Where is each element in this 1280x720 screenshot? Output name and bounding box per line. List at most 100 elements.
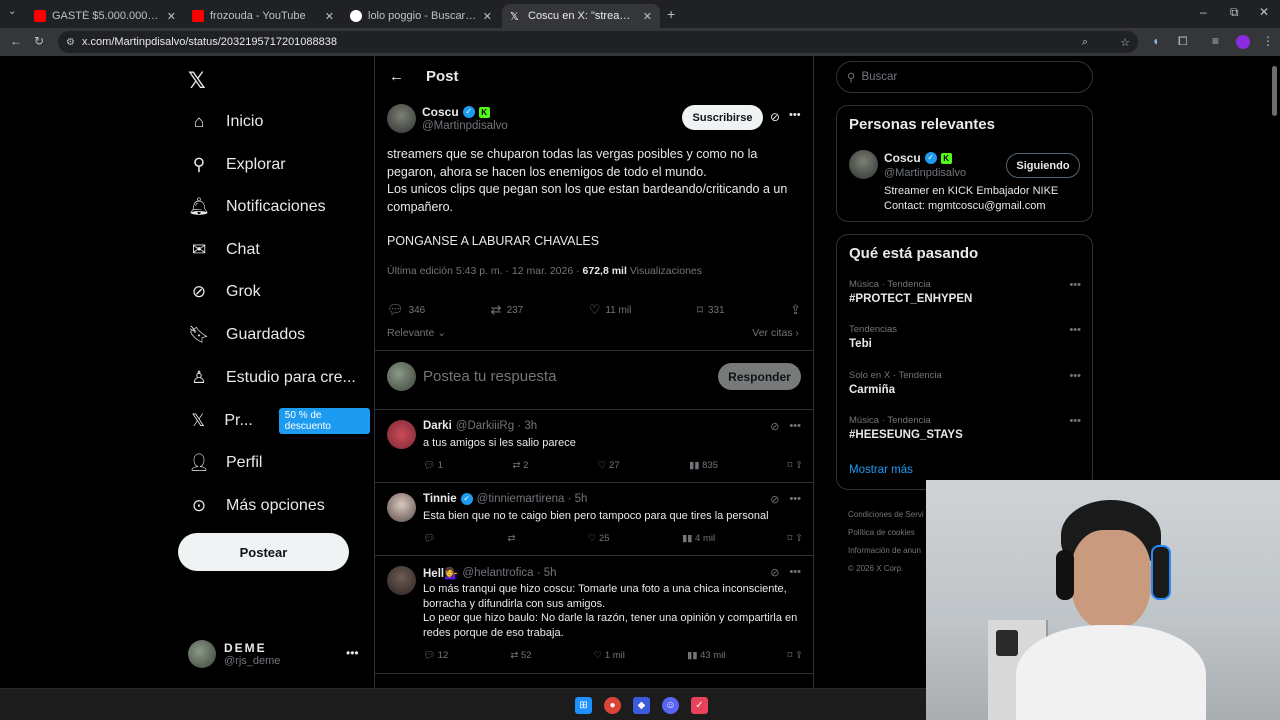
footer-link[interactable]: Información de anun — [848, 542, 924, 560]
reading-list-icon[interactable]: ≡ — [1212, 34, 1219, 48]
chrome-icon[interactable]: ● — [604, 697, 621, 714]
browser-menu-icon[interactable]: ⋮ — [1262, 34, 1274, 48]
responder-button[interactable]: Responder — [718, 363, 801, 390]
views-button[interactable]: ▮▮ 835 — [689, 460, 718, 471]
nav-item-perfil[interactable]: 👤︎ Perfil — [188, 445, 262, 481]
repost-button[interactable]: ⇄ 52 — [510, 650, 531, 661]
more-icon[interactable]: ••• — [1069, 324, 1081, 336]
close-tab-icon[interactable]: ✕ — [643, 10, 652, 23]
reply-author-name[interactable]: Tinnie — [423, 493, 457, 505]
nav-item-grok[interactable]: ⊘ Grok — [188, 274, 261, 310]
like-button[interactable]: ♡ 1 mil — [594, 650, 625, 661]
post-button[interactable]: Postear — [178, 533, 349, 571]
x-logo-icon[interactable]: 𝕏 — [188, 68, 206, 94]
close-tab-icon[interactable]: ✕ — [167, 10, 176, 23]
browser-tab-0[interactable]: GASTÉ $5.000.000 EN EL SUPER ✕ — [26, 4, 184, 28]
grok-explain-icon[interactable]: ⊘ — [770, 493, 779, 506]
reload-icon[interactable]: ↻ — [34, 34, 44, 48]
relevant-user-handle[interactable]: @Martinpdisalvo — [884, 167, 966, 179]
more-icon[interactable]: ••• — [789, 420, 801, 433]
more-icon[interactable]: ••• — [1069, 415, 1081, 427]
nav-item-explorar[interactable]: ⚲ Explorar — [188, 147, 286, 183]
nav-item-notificaciones[interactable]: 🔔︎ Notificaciones — [188, 189, 325, 225]
like-button[interactable]: ♡ 11 mil — [589, 302, 632, 318]
avatar[interactable] — [387, 566, 416, 595]
nav-item-mas-opciones[interactable]: ⊙ Más opciones — [188, 488, 325, 524]
trend-item[interactable]: Música · Tendencia #PROTECT_ENHYPEN ••• — [849, 279, 1081, 305]
author-name[interactable]: Coscu — [422, 105, 459, 119]
avatar[interactable] — [849, 150, 878, 179]
browser-tab-2[interactable]: lolo poggio - Buscar con Google ✕ — [342, 4, 500, 28]
zoom-icon[interactable]: ⌕ — [1082, 36, 1088, 49]
repost-button[interactable]: ⇄ 2 — [512, 460, 528, 471]
app-icon[interactable]: ✓ — [691, 697, 708, 714]
views-button[interactable]: ▮▮ 43 mil — [687, 650, 725, 661]
author-handle[interactable]: @Martinpdisalvo — [422, 120, 508, 132]
trend-item[interactable]: Tendencias Tebi ••• — [849, 324, 1081, 350]
reply-button[interactable]: 💬︎ 346 — [387, 302, 425, 318]
nav-item-estudio[interactable]: ♙ Estudio para cre... — [188, 360, 355, 396]
close-tab-icon[interactable]: ✕ — [325, 10, 334, 23]
more-icon[interactable]: ••• — [1069, 279, 1081, 291]
reply-author-name[interactable]: Darki — [423, 420, 452, 432]
avatar[interactable] — [387, 420, 416, 449]
scrollbar[interactable] — [1272, 66, 1277, 116]
grok-explain-icon[interactable]: ⊘ — [770, 566, 779, 579]
more-icon[interactable]: ••• — [1069, 370, 1081, 382]
relevant-user-name[interactable]: Coscu — [884, 151, 921, 165]
grok-explain-icon[interactable]: ⊘ — [770, 110, 780, 124]
profile-avatar-icon[interactable] — [1236, 35, 1250, 49]
extension-icon[interactable]: ◖ — [1152, 34, 1159, 48]
nav-item-guardados[interactable]: 🔖︎ Guardados — [188, 317, 305, 353]
more-icon[interactable]: ••• — [789, 109, 801, 121]
reply-author-handle[interactable]: @helantrofica · 5h — [462, 567, 556, 579]
subscribe-button[interactable]: Suscribirse — [682, 105, 763, 130]
avatar[interactable] — [387, 493, 416, 522]
nav-item-premium[interactable]: 𝕏 Pr... 50 % de descuento — [188, 403, 370, 439]
search-input[interactable]: ⚲ Buscar — [836, 61, 1093, 93]
new-tab-icon[interactable]: + — [667, 6, 675, 22]
bookmark-button[interactable]: ⌑ ⇪ — [788, 650, 803, 661]
reply-button[interactable]: 💬︎ — [423, 533, 435, 544]
sort-dropdown[interactable]: Relevante ⌄ — [387, 327, 446, 339]
reply-author-name[interactable]: Hell💁‍♀️ — [423, 566, 458, 580]
reply-input[interactable]: Postea tu respuesta — [423, 368, 556, 385]
site-info-icon[interactable]: ⚙ — [66, 37, 75, 48]
bookmark-star-icon[interactable]: ☆ — [1120, 36, 1130, 49]
trend-item[interactable]: Solo en X · Tendencia Carmiña ••• — [849, 370, 1081, 396]
reply-author-handle[interactable]: @tinniemartirena · 5h — [477, 493, 588, 505]
grok-explain-icon[interactable]: ⊘ — [770, 420, 779, 433]
back-arrow-icon[interactable]: ← — [389, 68, 404, 85]
nav-item-inicio[interactable]: ⌂ Inicio — [188, 104, 264, 140]
reply-item[interactable]: Darki @DarkiiiRg · 3h ⊘ ••• a tus amigos … — [375, 410, 813, 483]
more-icon[interactable]: ••• — [789, 493, 801, 506]
reply-item[interactable]: Hell💁‍♀️ @helantrofica · 5h ⊘ ••• Lo más … — [375, 556, 813, 674]
browser-tab-1[interactable]: frozouda - YouTube ✕ — [184, 4, 342, 28]
show-more-link[interactable]: Mostrar más — [849, 464, 913, 476]
share-button[interactable]: ⇪ — [790, 302, 801, 318]
repost-button[interactable]: ⇄ 237 — [491, 302, 524, 318]
like-button[interactable]: ♡ 25 — [588, 533, 610, 544]
following-button[interactable]: Siguiendo — [1006, 153, 1080, 178]
post-timestamp[interactable]: Última edición 5:43 p. m. · 12 mar. 2026… — [387, 265, 580, 277]
more-icon[interactable]: ••• — [346, 646, 359, 660]
maximize-icon[interactable]: ⧉ — [1230, 5, 1239, 20]
trend-item[interactable]: Música · Tendencia #HEESEUNG_STAYS ••• — [849, 415, 1081, 441]
url-input[interactable]: ⚙ x.com/Martinpdisalvo/status/2032195717… — [58, 31, 1138, 53]
tab-search-icon[interactable]: ⌄ — [8, 6, 16, 17]
avatar[interactable] — [387, 104, 416, 133]
browser-tab-3[interactable]: 𝕏 Coscu en X: "streamers que se c ✕ — [502, 4, 660, 28]
windows-start-icon[interactable]: ⊞ — [575, 697, 592, 714]
app-icon[interactable]: ◆ — [633, 697, 650, 714]
footer-link[interactable]: Condiciones de Servi — [848, 506, 924, 524]
extensions-puzzle-icon[interactable]: ⧠ — [1178, 34, 1188, 49]
views-button[interactable]: ▮▮ 4 mil — [682, 533, 715, 544]
footer-link[interactable]: Política de cookies — [848, 524, 924, 542]
bookmark-button[interactable]: ⌑ ⇪ — [788, 533, 803, 544]
nav-item-chat[interactable]: ✉ Chat — [188, 232, 260, 268]
quotes-link[interactable]: Ver citas › — [752, 327, 799, 339]
reply-author-handle[interactable]: @DarkiiiRg · 3h — [456, 420, 537, 432]
reply-button[interactable]: 💬︎ 12 — [423, 650, 448, 661]
bookmark-button[interactable]: ⌑ ⇪ — [787, 460, 802, 471]
reply-button[interactable]: 💬︎ 1 — [423, 460, 443, 471]
